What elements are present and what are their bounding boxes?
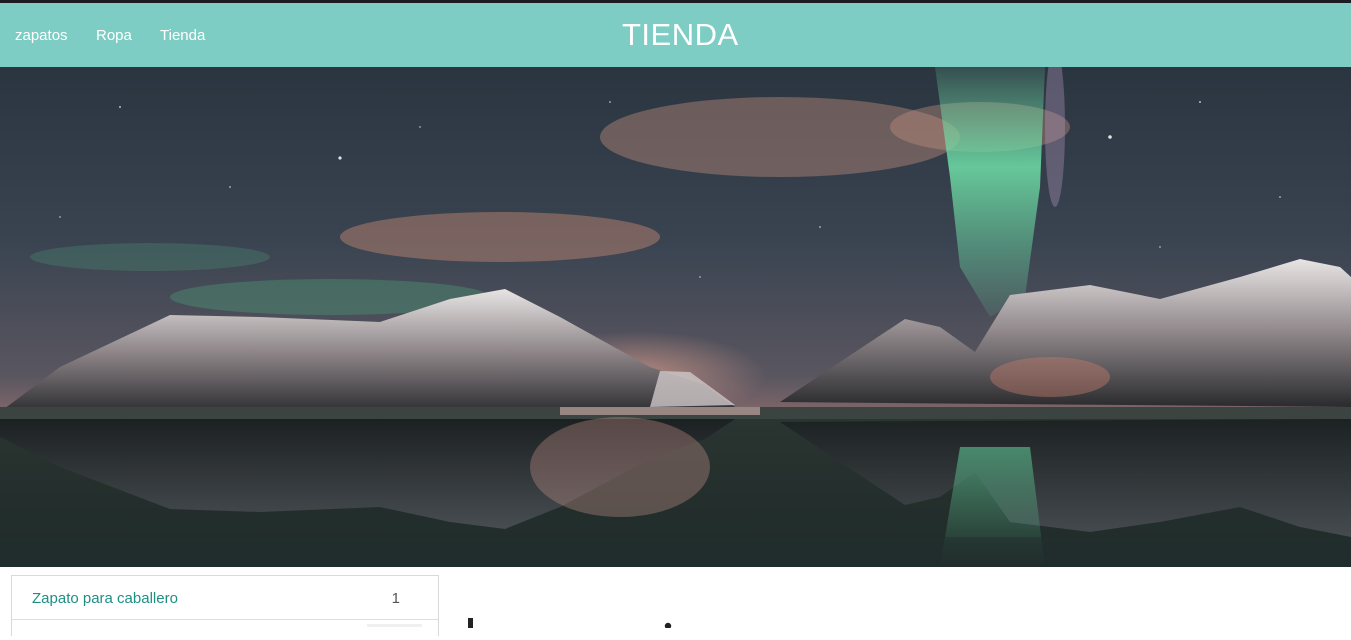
page-heading-cropped	[462, 608, 692, 628]
list-item-count: 1	[391, 590, 400, 607]
list-item-label[interactable]: Zapato para caballero	[32, 590, 178, 607]
hero-image	[0, 67, 1351, 567]
sidebar-list: Zapato para caballero 1	[11, 575, 439, 636]
nav-link-zapatos[interactable]: zapatos	[15, 27, 68, 44]
nav-link-ropa[interactable]: Ropa	[96, 27, 132, 44]
hero-landscape-illustration	[0, 67, 1351, 567]
list-item-badge-partial	[367, 624, 422, 627]
brand-title[interactable]: TIENDA	[622, 17, 739, 53]
navbar: zapatos Ropa Tienda TIENDA	[0, 3, 1351, 67]
list-item[interactable]: Zapato para caballero 1	[12, 576, 438, 620]
list-item[interactable]	[12, 620, 438, 640]
nav-link-tienda[interactable]: Tienda	[160, 27, 205, 44]
heading-glyph-tops	[468, 618, 672, 628]
